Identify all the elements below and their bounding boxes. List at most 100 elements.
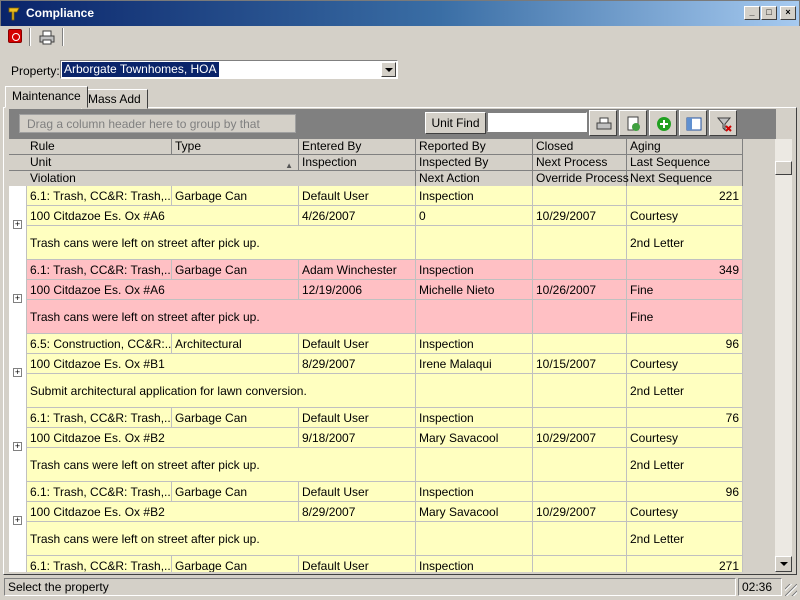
- cell-last-sequence[interactable]: Courtesy: [627, 354, 743, 374]
- cell-rule[interactable]: 6.1: Trash, CC&R: Trash,...: [27, 556, 172, 572]
- printer-icon[interactable]: [38, 28, 56, 46]
- col-header-next-sequence[interactable]: Next Sequence: [627, 171, 743, 186]
- cell-entered-by[interactable]: Default User: [299, 408, 416, 428]
- property-dropdown[interactable]: Arborgate Townhomes, HOA: [60, 60, 398, 79]
- tab-maintenance[interactable]: Maintenance: [5, 86, 88, 108]
- col-header-closed[interactable]: Closed: [533, 139, 627, 154]
- cell-next-sequence[interactable]: 2nd Letter: [627, 226, 743, 260]
- cell-inspection[interactable]: 8/29/2007: [299, 354, 416, 374]
- resize-grip-icon[interactable]: [785, 584, 797, 596]
- cell-violation[interactable]: Trash cans were left on street after pic…: [27, 226, 416, 260]
- cell-next-action[interactable]: [416, 374, 533, 408]
- cell-reported-by[interactable]: Inspection: [416, 334, 533, 354]
- unit-find-input[interactable]: [487, 112, 587, 132]
- cell-aging[interactable]: 349: [627, 260, 743, 280]
- cell-unit[interactable]: 100 Citdazoe Es. Ox #A6: [27, 206, 299, 226]
- unit-find-button[interactable]: Unit Find: [425, 112, 486, 134]
- print-grid-button[interactable]: [589, 110, 617, 136]
- col-header-override-process[interactable]: Override Process: [533, 171, 629, 186]
- table-row[interactable]: + 6.1: Trash, CC&R: Trash,... Garbage Ca…: [9, 482, 743, 556]
- cell-rule[interactable]: 6.1: Trash, CC&R: Trash,...: [27, 186, 172, 206]
- cell-aging[interactable]: 96: [627, 334, 743, 354]
- cell-override-process[interactable]: [533, 300, 627, 334]
- cell-next-action[interactable]: [416, 448, 533, 482]
- clear-filter-button[interactable]: [709, 110, 737, 136]
- cell-entered-by[interactable]: Default User: [299, 482, 416, 502]
- add-button[interactable]: [649, 110, 677, 136]
- cell-override-process[interactable]: [533, 374, 627, 408]
- cell-aging[interactable]: 221: [627, 186, 743, 206]
- cell-inspected-by[interactable]: Irene Malaqui: [416, 354, 533, 374]
- cell-inspection[interactable]: 12/19/2006: [299, 280, 416, 300]
- violations-grid[interactable]: + 6.1: Trash, CC&R: Trash,... Garbage Ca…: [9, 186, 743, 572]
- col-header-entered-by[interactable]: Entered By: [299, 139, 416, 154]
- columns-button[interactable]: [679, 110, 707, 136]
- cell-last-sequence[interactable]: Courtesy: [627, 206, 743, 226]
- table-row[interactable]: + 6.5: Construction, CC&R:... Architectu…: [9, 334, 743, 408]
- cell-next-process[interactable]: 10/29/2007: [533, 502, 627, 522]
- minimize-button[interactable]: _: [744, 6, 760, 20]
- cell-type[interactable]: Garbage Can: [172, 408, 299, 428]
- cell-type[interactable]: Architectural: [172, 334, 299, 354]
- cell-closed[interactable]: [533, 186, 627, 206]
- cell-next-process[interactable]: 10/29/2007: [533, 206, 627, 226]
- table-row[interactable]: + 6.1: Trash, CC&R: Trash,... Garbage Ca…: [9, 260, 743, 334]
- cell-next-sequence[interactable]: 2nd Letter: [627, 522, 743, 556]
- cell-last-sequence[interactable]: Fine: [627, 280, 743, 300]
- col-header-inspected-by[interactable]: Inspected By: [416, 155, 533, 170]
- cell-closed[interactable]: [533, 334, 627, 354]
- cell-rule[interactable]: 6.5: Construction, CC&R:...: [27, 334, 172, 354]
- scrollbar-thumb[interactable]: [775, 161, 792, 175]
- cell-reported-by[interactable]: Inspection: [416, 408, 533, 428]
- cell-type[interactable]: Garbage Can: [172, 186, 299, 206]
- cell-next-process[interactable]: 10/15/2007: [533, 354, 627, 374]
- cell-reported-by[interactable]: Inspection: [416, 186, 533, 206]
- cell-next-sequence[interactable]: 2nd Letter: [627, 374, 743, 408]
- cell-inspected-by[interactable]: Mary Savacool: [416, 428, 533, 448]
- cell-reported-by[interactable]: Inspection: [416, 260, 533, 280]
- cell-next-process[interactable]: 10/26/2007: [533, 280, 627, 300]
- cell-next-action[interactable]: [416, 300, 533, 334]
- expand-icon[interactable]: +: [13, 294, 22, 303]
- tab-mass-add[interactable]: Mass Add: [81, 89, 148, 109]
- cell-inspected-by[interactable]: Mary Savacool: [416, 502, 533, 522]
- cell-override-process[interactable]: [533, 448, 627, 482]
- cell-entered-by[interactable]: Default User: [299, 334, 416, 354]
- col-header-type[interactable]: Type: [172, 139, 299, 154]
- scroll-down-icon[interactable]: [775, 556, 792, 572]
- col-header-next-action[interactable]: Next Action: [416, 171, 533, 186]
- cell-violation[interactable]: Trash cans were left on street after pic…: [27, 448, 416, 482]
- expand-icon[interactable]: +: [13, 442, 22, 451]
- cell-violation[interactable]: Submit architectural application for law…: [27, 374, 416, 408]
- cell-last-sequence[interactable]: Courtesy: [627, 502, 743, 522]
- col-header-inspection[interactable]: Inspection: [299, 155, 416, 170]
- chevron-down-icon[interactable]: [381, 62, 396, 77]
- cell-closed[interactable]: [533, 260, 627, 280]
- cell-type[interactable]: Garbage Can: [172, 260, 299, 280]
- cell-violation[interactable]: Trash cans were left on street after pic…: [27, 300, 416, 334]
- cell-next-sequence[interactable]: 2nd Letter: [627, 448, 743, 482]
- cell-aging[interactable]: 271: [627, 556, 743, 572]
- col-header-violation[interactable]: Violation: [27, 171, 416, 186]
- cell-closed[interactable]: [533, 556, 627, 572]
- cell-inspection[interactable]: 8/29/2007: [299, 502, 416, 522]
- cell-rule[interactable]: 6.1: Trash, CC&R: Trash,...: [27, 482, 172, 502]
- exit-icon[interactable]: [8, 29, 22, 43]
- cell-inspection[interactable]: 9/18/2007: [299, 428, 416, 448]
- cell-next-process[interactable]: 10/29/2007: [533, 428, 627, 448]
- cell-inspection[interactable]: 4/26/2007: [299, 206, 416, 226]
- table-row[interactable]: 6.1: Trash, CC&R: Trash,... Garbage Can …: [9, 556, 743, 572]
- cell-closed[interactable]: [533, 482, 627, 502]
- cell-unit[interactable]: 100 Citdazoe Es. Ox #A6: [27, 280, 299, 300]
- cell-reported-by[interactable]: Inspection: [416, 556, 533, 572]
- cell-type[interactable]: Garbage Can: [172, 556, 299, 572]
- group-by-hint[interactable]: Drag a column header here to group by th…: [19, 114, 296, 145]
- cell-inspected-by[interactable]: 0: [416, 206, 533, 226]
- cell-next-sequence[interactable]: Fine: [627, 300, 743, 334]
- refresh-button[interactable]: [619, 110, 647, 136]
- cell-violation[interactable]: Trash cans were left on street after pic…: [27, 522, 416, 556]
- close-button[interactable]: ×: [780, 6, 796, 20]
- vertical-scrollbar[interactable]: [775, 139, 792, 572]
- maximize-button[interactable]: □: [761, 6, 777, 20]
- cell-unit[interactable]: 100 Citdazoe Es. Ox #B2: [27, 502, 299, 522]
